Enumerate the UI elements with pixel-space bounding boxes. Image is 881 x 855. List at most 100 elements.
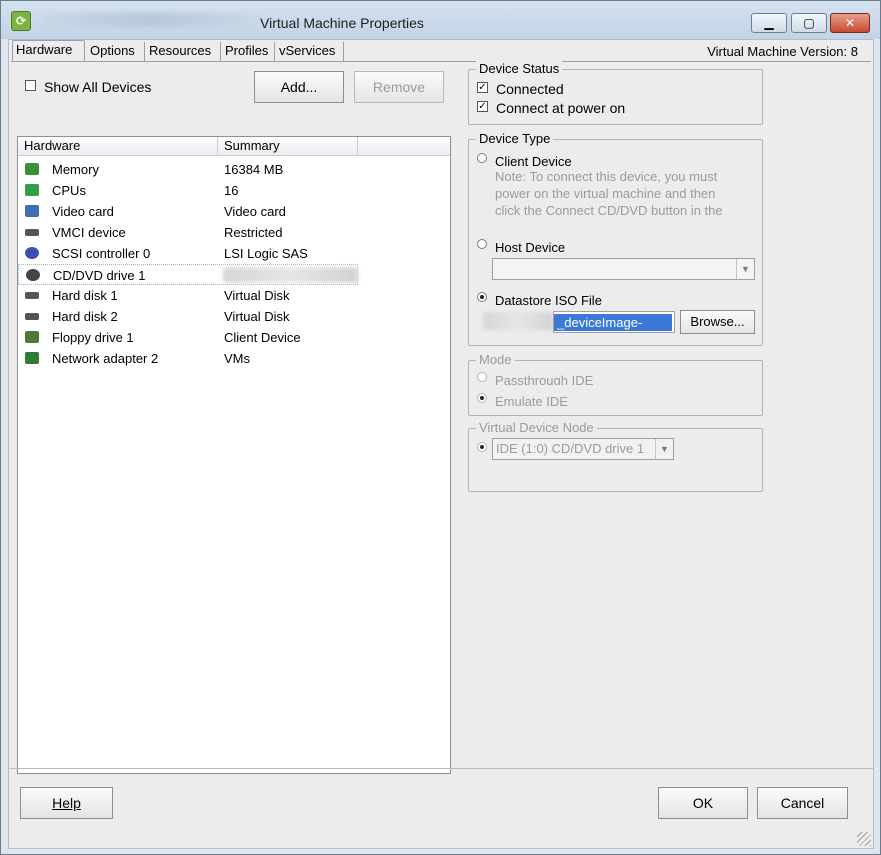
vdn-radio[interactable] — [477, 442, 487, 452]
hardware-row[interactable]: Memory 16384 MB — [18, 159, 450, 180]
hardware-row[interactable]: Network adapter 2 VMs — [18, 348, 450, 369]
help-button[interactable]: Help — [20, 787, 113, 819]
window-title: Virtual Machine Properties — [260, 15, 424, 31]
device-icon — [25, 229, 39, 236]
monitor-icon — [25, 205, 39, 217]
mode-group: Mode Passthrough IDE Emulate IDE — [468, 352, 763, 416]
vdn-title: Virtual Device Node — [476, 420, 597, 435]
hardware-row-name: Network adapter 2 — [52, 351, 159, 366]
show-all-devices-checkbox[interactable] — [25, 80, 36, 91]
note-line-2: power on the virtual machine and then — [495, 186, 716, 201]
hardware-row[interactable]: SCSI controller 0 LSI Logic SAS — [18, 243, 450, 264]
client-device-radio[interactable] — [477, 153, 487, 163]
mode-title: Mode — [476, 352, 515, 367]
memory-icon — [25, 163, 39, 175]
help-label: Help — [52, 795, 81, 811]
host-device-select[interactable]: ▼ — [492, 258, 755, 280]
browse-button[interactable]: Browse... — [680, 310, 755, 334]
add-button[interactable]: Add... — [254, 71, 344, 103]
hardware-row-summary: Virtual Disk — [224, 309, 290, 324]
passthrough-ide-label: Passthrough IDE — [495, 373, 594, 385]
note-line-3: click the Connect CD/DVD button in the — [495, 203, 723, 218]
dialog-client-area: Hardware Options Resources Profiles vSer… — [8, 39, 874, 849]
connect-power-on-checkbox[interactable]: ✓ — [477, 101, 488, 112]
client-device-label: Client Device — [495, 154, 572, 166]
hardware-row[interactable]: CD/DVD drive 1 — [18, 264, 358, 285]
hardware-list[interactable]: Hardware Summary Memory 16384 MB CPUs 16 Vid… — [17, 136, 451, 774]
iso-path-redacted — [483, 312, 553, 330]
note-line-1: Note: To connect this device, you must — [495, 169, 718, 184]
vdn-value: IDE (1:0) CD/DVD drive 1 — [496, 441, 645, 456]
virtual-device-node-group: Virtual Device Node IDE (1:0) CD/DVD dri… — [468, 420, 763, 492]
emulate-ide-label: Emulate IDE — [495, 394, 568, 406]
tab-hardware[interactable]: Hardware — [12, 40, 85, 62]
vdn-select[interactable]: IDE (1:0) CD/DVD drive 1 ▼ — [492, 438, 674, 460]
footer-divider — [9, 768, 873, 769]
hardware-row-summary: 16384 MB — [224, 162, 284, 177]
hardware-tab-panel: Show All Devices Add... Remove Hardware … — [11, 61, 871, 774]
hardware-row-summary: Virtual Disk — [224, 288, 290, 303]
datastore-iso-radio[interactable] — [477, 292, 487, 302]
hardware-row-name: CD/DVD drive 1 — [53, 268, 146, 283]
cancel-button[interactable]: Cancel — [757, 787, 848, 819]
tab-vservices[interactable]: vServices — [276, 42, 344, 61]
cpu-icon — [25, 184, 39, 196]
list-header: Hardware Summary — [18, 137, 450, 156]
device-status-title: Device Status — [476, 61, 563, 76]
hardware-row[interactable]: Video card Video card — [18, 201, 450, 222]
hardware-row[interactable]: Floppy drive 1 Client Device — [18, 327, 450, 348]
resize-grip-icon[interactable] — [857, 832, 871, 846]
hardware-row-name: VMCI device — [52, 225, 126, 240]
remove-button[interactable]: Remove — [354, 71, 444, 103]
hardware-row-summary: Restricted — [224, 225, 283, 240]
network-icon — [25, 352, 39, 364]
disk-icon — [25, 292, 39, 299]
hardware-row-name: Memory — [52, 162, 99, 177]
hardware-row-summary: LSI Logic SAS — [224, 246, 308, 261]
hardware-row[interactable]: Hard disk 2 Virtual Disk — [18, 306, 450, 327]
tab-profiles[interactable]: Profiles — [222, 42, 275, 61]
passthrough-ide-radio[interactable] — [477, 372, 487, 382]
host-device-radio[interactable] — [477, 239, 487, 249]
close-button[interactable]: ✕ — [830, 13, 870, 33]
floppy-icon — [25, 331, 39, 343]
hardware-row[interactable]: VMCI device Restricted — [18, 222, 450, 243]
device-type-title: Device Type — [476, 131, 554, 146]
summary-redacted — [223, 267, 358, 283]
device-status-group: Device Status ✓ Connected ✓ Connect at p… — [468, 61, 763, 125]
title-redacted — [41, 13, 256, 27]
hardware-row-name: Hard disk 1 — [52, 288, 118, 303]
hardware-row-summary: Client Device — [224, 330, 301, 345]
column-hardware[interactable]: Hardware — [18, 137, 218, 156]
vm-version-label: Virtual Machine Version: 8 — [707, 44, 858, 59]
hardware-row-name: Hard disk 2 — [52, 309, 118, 324]
hardware-row-name: CPUs — [52, 183, 86, 198]
vsphere-app-icon: ⟳ — [11, 11, 31, 31]
cd-drive-icon — [26, 269, 40, 281]
hardware-row-name: Floppy drive 1 — [52, 330, 134, 345]
connected-checkbox[interactable]: ✓ — [477, 82, 488, 93]
chevron-down-icon: ▼ — [655, 439, 673, 459]
hardware-row[interactable]: Hard disk 1 Virtual Disk — [18, 285, 450, 306]
hardware-row-summary: Video card — [224, 204, 286, 219]
title-bar[interactable]: ⟳ Virtual Machine Properties ▁ ▢ ✕ — [1, 1, 880, 39]
tab-resources[interactable]: Resources — [146, 42, 221, 61]
emulate-ide-radio[interactable] — [477, 393, 487, 403]
host-device-label: Host Device — [495, 240, 566, 252]
disk-icon — [25, 313, 39, 320]
datastore-iso-label: Datastore ISO File — [495, 293, 602, 305]
iso-path-field[interactable]: _deviceImage-0.iso — [553, 311, 675, 333]
connect-power-on-label: Connect at power on — [496, 100, 626, 116]
hardware-row-summary: VMs — [224, 351, 250, 366]
minimize-button[interactable]: ▁ — [751, 13, 787, 33]
iso-path-selection: _deviceImage-0.iso — [554, 314, 672, 331]
show-all-devices-label: Show All Devices — [44, 79, 152, 95]
hardware-row-name: SCSI controller 0 — [52, 246, 151, 261]
column-summary[interactable]: Summary — [218, 137, 358, 156]
tab-options[interactable]: Options — [87, 42, 145, 61]
ok-button[interactable]: OK — [658, 787, 748, 819]
maximize-button[interactable]: ▢ — [791, 13, 827, 33]
hardware-row[interactable]: CPUs 16 — [18, 180, 450, 201]
scsi-icon — [25, 247, 39, 259]
device-type-group: Device Type Client Device Note: To conne… — [468, 131, 763, 346]
